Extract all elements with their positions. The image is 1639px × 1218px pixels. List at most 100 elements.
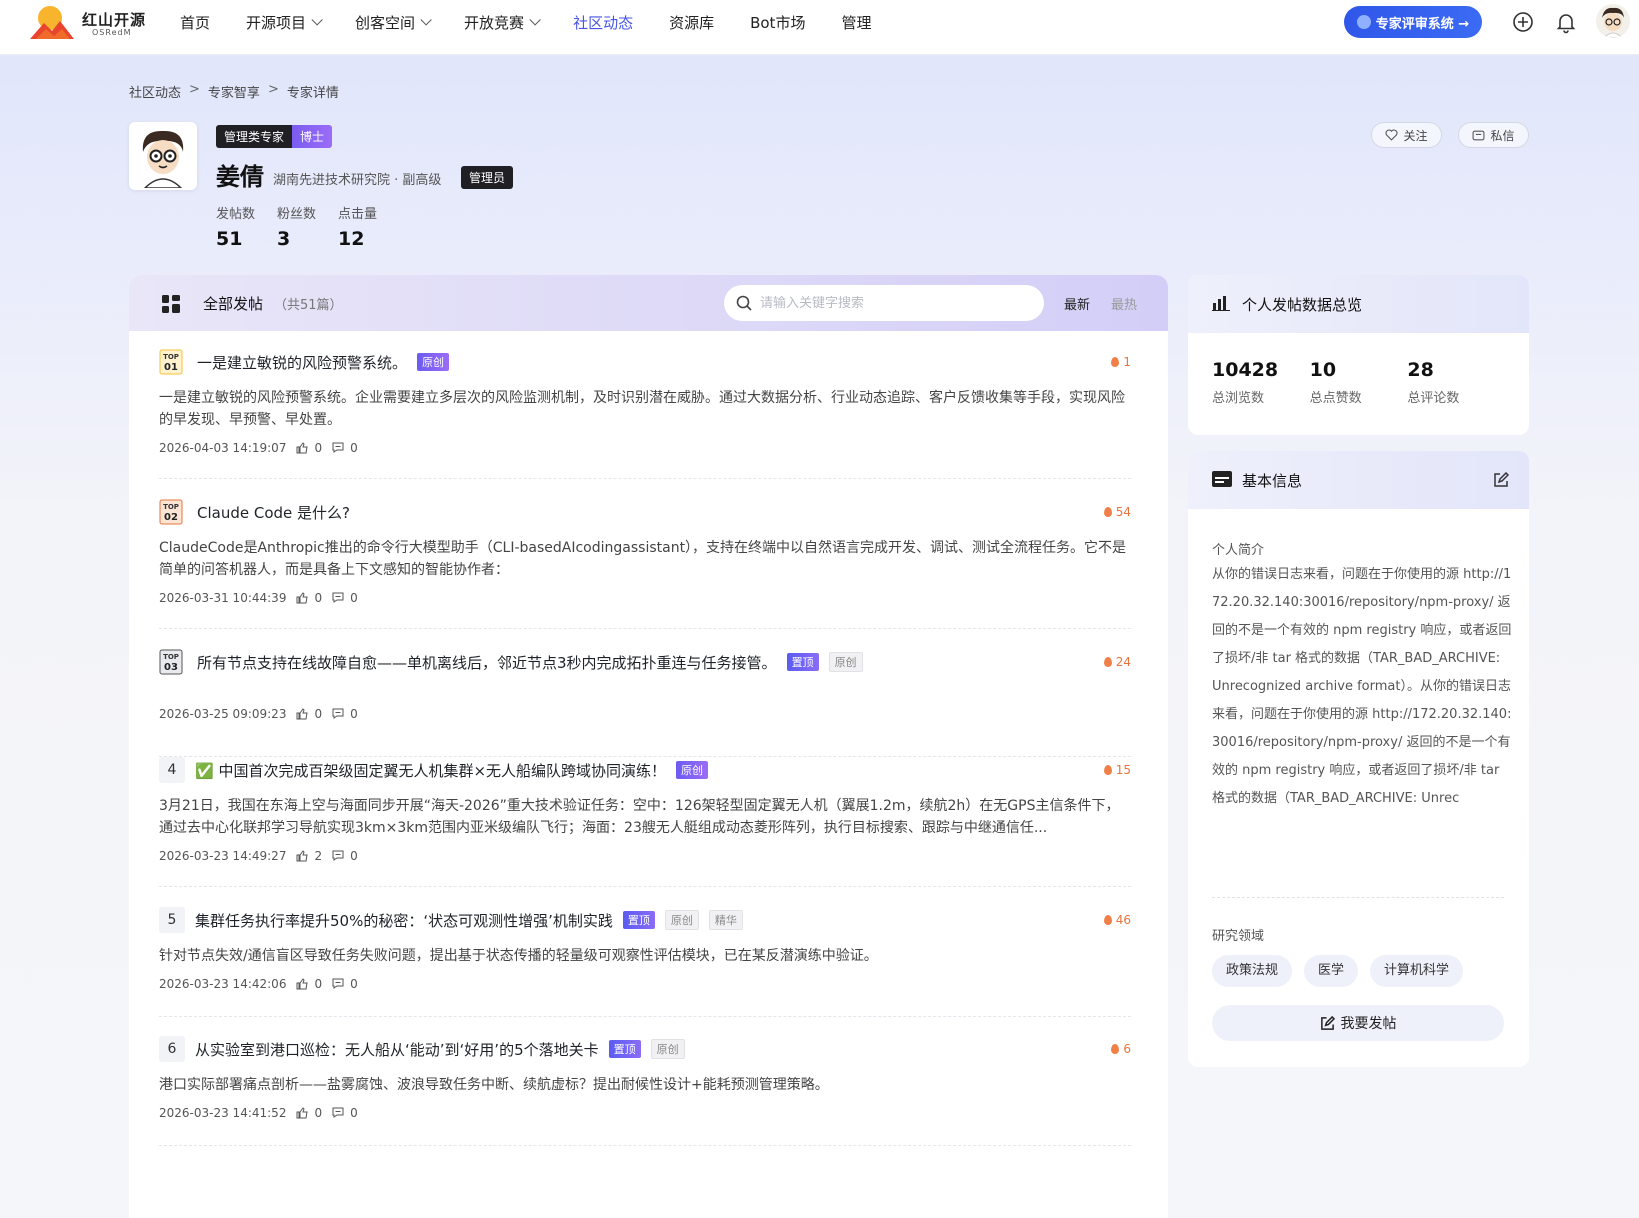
post-badge: 置顶 [608, 1040, 641, 1058]
brand-subname: OSRedM [92, 28, 132, 37]
edit-icon[interactable] [1493, 472, 1509, 488]
admin-badge: 管理员 [461, 166, 514, 189]
post-date: 2026-03-23 14:49:27 [159, 849, 287, 863]
nav-item-label: 开放竞赛 [464, 13, 525, 32]
flame-icon [1111, 1044, 1120, 1054]
flame-icon [1103, 915, 1112, 925]
new-post-button[interactable]: 我要发帖 [1212, 1005, 1504, 1041]
thumbs-up-icon[interactable] [296, 850, 309, 862]
comment-count: 0 [350, 1106, 358, 1120]
nav-item[interactable]: Bot市场 [750, 0, 805, 44]
rank-top-text: TOP [163, 503, 179, 511]
thumbs-up-icon[interactable] [296, 708, 309, 720]
field-chip[interactable]: 政策法规 [1212, 955, 1293, 987]
field-chip[interactable]: 计算机科学 [1370, 955, 1464, 987]
chevron-down-icon [311, 14, 323, 26]
post-title[interactable]: Claude Code 是什么? [197, 502, 350, 523]
comment-icon[interactable] [332, 850, 344, 862]
post-badge: 原创 [676, 761, 709, 779]
hot-count: 1 [1111, 355, 1131, 369]
like-count: 0 [314, 977, 323, 991]
thumbs-up-icon[interactable] [296, 442, 309, 454]
top-rank-icon: TOP01 [159, 349, 183, 375]
search-input[interactable] [760, 295, 1030, 311]
research-field-chips: 政策法规 医学 计算机科学 [1212, 955, 1475, 987]
like-count: 2 [314, 849, 323, 863]
nav-item[interactable]: 社区动态 [573, 0, 633, 44]
breadcrumb: 社区动态 > 专家智享 > 专家详情 [129, 82, 339, 101]
message-button[interactable]: 私信 [1458, 122, 1529, 148]
breadcrumb-community[interactable]: 社区动态 [129, 82, 181, 101]
comment-icon[interactable] [332, 1107, 344, 1119]
basic-info-header: 基本信息 [1188, 451, 1529, 509]
post-title-row: 6 从实验室到港口巡检：无人船从‘能动’到‘好用’的5个落地关卡 置顶 原创 [159, 1036, 1131, 1062]
post-title[interactable]: 从实验室到港口巡检：无人船从‘能动’到‘好用’的5个落地关卡 [195, 1039, 599, 1060]
nav-item[interactable]: 资源库 [669, 0, 714, 44]
hot-value: 24 [1115, 655, 1131, 669]
breadcrumb-expert-share[interactable]: 专家智享 [208, 82, 260, 101]
expert-system-icon [1356, 15, 1371, 29]
post-title[interactable]: 所有节点支持在线故障自愈——单机离线后，邻近节点3秒内完成拓扑重连与任务接管。 [197, 652, 777, 673]
post-item[interactable]: 6 从实验室到港口巡检：无人船从‘能动’到‘好用’的5个落地关卡 置顶 原创 6 港口实际… [159, 1036, 1131, 1146]
brand-name: 红山开源 [82, 11, 147, 29]
post-title[interactable]: 集群任务执行率提升50%的秘密：‘状态可观测性增强’机制实践 [195, 910, 613, 931]
add-circle-icon[interactable] [1511, 10, 1535, 34]
stat-value: 3 [277, 228, 291, 250]
nav-item-label: 开源项目 [246, 13, 307, 32]
post-item[interactable]: 5 集群任务执行率提升50%的秘密：‘状态可观测性增强’机制实践 置顶 原创 精华 46 针… [159, 907, 1131, 1017]
rank-number-text: 01 [164, 362, 178, 373]
comment-count: 0 [350, 591, 358, 605]
post-item[interactable]: 4 ✅ 中国首次完成百架级固定翼无人机集群×无人船编队跨域协同演练！ 原创 15 3月2… [159, 757, 1131, 887]
thumbs-up-icon[interactable] [296, 1107, 309, 1119]
follow-label: 关注 [1403, 128, 1428, 143]
post-spacer [159, 675, 1131, 697]
sort-newest-tab[interactable]: 最新 [1064, 294, 1090, 313]
field-chip[interactable]: 医学 [1304, 955, 1359, 987]
post-item[interactable]: TOP 02 Claude Code 是什么? 54 ClaudeCode是Anthro… [159, 499, 1131, 629]
nav-item-label: 管理 [841, 13, 872, 32]
total-views-value: 10428 [1212, 359, 1279, 381]
overview-header: 个人发帖数据总览 [1188, 275, 1529, 333]
flame-icon [1103, 765, 1112, 775]
profile-name: 姜倩 [216, 163, 264, 191]
post-badge: 原创 [650, 1039, 685, 1059]
breadcrumb-separator: > [267, 82, 279, 97]
comment-icon[interactable] [332, 592, 344, 604]
expert-review-button[interactable]: 专家评审系统 → [1344, 6, 1482, 38]
follow-button[interactable]: 关注 [1371, 122, 1442, 148]
posts-panel: 全部发帖 （共51篇） 最新 最热 TOP01一是建立敏锐的风险预警系统。原创1… [129, 275, 1168, 1218]
nav-item[interactable]: 首页 [180, 0, 210, 44]
sort-hottest-tab[interactable]: 最热 [1111, 294, 1137, 313]
total-views: 10428 总浏览数 [1212, 359, 1310, 406]
overview-title: 个人发帖数据总览 [1242, 296, 1363, 314]
nav-item[interactable]: 开放竞赛 [464, 0, 541, 44]
brand-logo[interactable]: 红山开源 OSRedM [30, 3, 150, 43]
nav-item-label: Bot市场 [750, 13, 806, 32]
post-excerpt: 港口实际部署痛点剖析——盐雾腐蚀、波浪导致任务中断、续航虚标？提出耐候性设计+能… [159, 1077, 829, 1093]
post-title[interactable]: ✅ 中国首次完成百架级固定翼无人机集群×无人船编队跨域协同演练！ [195, 760, 666, 781]
stat-label: 发帖数 [216, 207, 256, 222]
comment-icon[interactable] [332, 708, 344, 720]
user-avatar[interactable] [1596, 4, 1630, 38]
total-comments-value: 28 [1407, 359, 1434, 381]
nav-item[interactable]: 管理 [841, 0, 871, 44]
post-title-row: 4 ✅ 中国首次完成百架级固定翼无人机集群×无人船编队跨域协同演练！ 原创 [159, 757, 1131, 783]
rank-number: 4 [159, 757, 185, 783]
nav-item[interactable]: 开源项目 [246, 0, 323, 44]
bell-icon[interactable] [1554, 10, 1578, 34]
thumbs-up-icon[interactable] [296, 978, 309, 990]
post-item[interactable]: TOP 01 一是建立敏锐的风险预警系统。 原创 1 一是建立敏锐的风险预警系统。企业需要… [159, 349, 1131, 479]
comment-icon[interactable] [332, 978, 344, 990]
comment-icon[interactable] [332, 442, 344, 454]
post-title[interactable]: 一是建立敏锐的风险预警系统。 [197, 352, 407, 373]
post-item[interactable]: TOP 03 所有节点支持在线故障自愈——单机离线后，邻近节点3秒内完成拓扑重连与任… [159, 649, 1131, 757]
post-meta: 2026-03-31 10:44:39 0 0 [159, 591, 1131, 605]
comment-count: 0 [350, 707, 358, 721]
hot-count: 54 [1103, 505, 1131, 519]
top-rank-icon: TOP02 [159, 499, 183, 525]
main-nav: 首页 开源项目 创客空间 开放竞赛 社区动态 资源库 Bot市场 管理 [180, 0, 907, 44]
thumbs-up-icon[interactable] [296, 592, 309, 604]
nav-item-label: 首页 [180, 13, 211, 32]
nav-item[interactable]: 创客空间 [355, 0, 432, 44]
total-likes: 10 总点赞数 [1310, 359, 1408, 406]
